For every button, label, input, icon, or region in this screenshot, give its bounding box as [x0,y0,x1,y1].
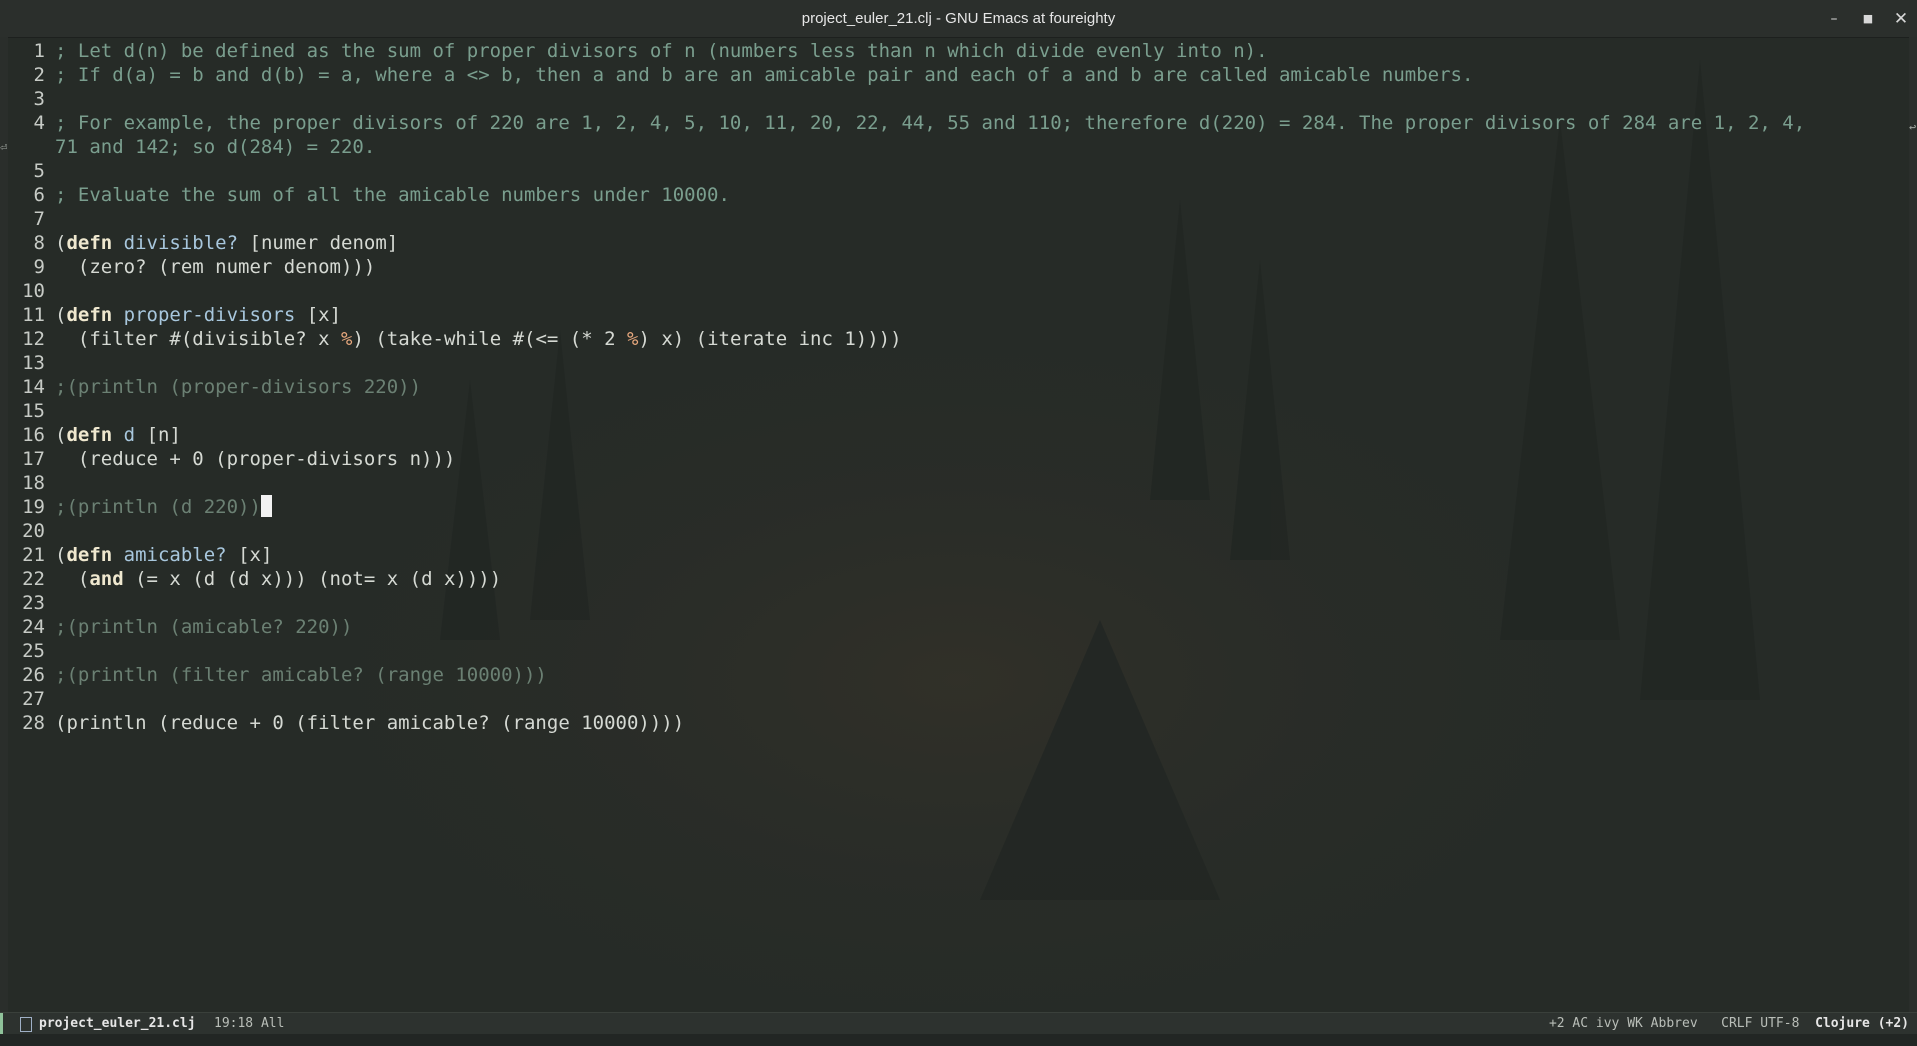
line-number: 11 [22,304,45,326]
file-icon [20,1017,32,1032]
echo-area[interactable] [0,1034,1917,1046]
major-mode[interactable]: Clojure (+2) [1815,1016,1909,1031]
code-text: ; For example, the proper divisors of 22… [55,112,1806,134]
code-line: 3 [8,87,1805,111]
code-line: 24 ;(println (amicable? 220)) [8,615,1805,639]
close-button[interactable]: ✕ [1891,9,1911,29]
code-line: 1 ; Let d(n) be defined as the sum of pro… [8,39,1805,63]
line-number: 27 [22,688,45,710]
code-text: ; If d(a) = b and d(b) = a, where a <> b… [55,64,1474,86]
code-text: ;(println (amicable? 220)) [55,616,353,638]
line-number: 10 [22,280,45,302]
code-text: (and (= x (d (d x))) (not= x (d x)))) [55,568,502,590]
line-number: 26 [22,664,45,686]
line-number: 9 [33,256,45,278]
code-lines: 1 ; Let d(n) be defined as the sum of pro… [8,39,1805,735]
code-line: 27 [8,687,1805,711]
line-number: 17 [22,448,45,470]
line-number: 12 [22,328,45,350]
line-number: 18 [22,472,45,494]
line-number: 1 [33,40,45,62]
code-text: (println (reduce + 0 (filter amicable? (… [55,712,685,734]
title-bar: project_euler_21.clj - GNU Emacs at four… [0,0,1917,38]
line-number: 24 [22,616,45,638]
maximize-button[interactable]: ■ [1858,9,1878,29]
text-cursor [260,495,272,517]
code-line: 7 [8,207,1805,231]
code-text: ;(println (proper-divisors 220)) [55,376,422,398]
line-number: 25 [22,640,45,662]
line-number: 16 [22,424,45,446]
line-number: 13 [22,352,45,374]
minimize-button[interactable]: – [1824,9,1844,29]
editor-buffer[interactable]: ⏎ ↩ 1 ; Let d(n) be defined as the sum of… [0,37,1917,1012]
line-number: 3 [33,88,45,110]
code-line-current: 19 ;(println (d 220)) [8,495,1805,519]
code-text: (defn divisible? [numer denom] [55,232,399,254]
line-number: 2 [33,64,45,86]
code-line: 11 (defn proper-divisors [x] [8,303,1805,327]
code-text: (reduce + 0 (proper-divisors n))) [55,448,456,470]
modeline-accent-bar [0,1013,3,1034]
left-fringe: ⏎ [0,37,8,1012]
code-line: 10 [8,279,1805,303]
code-text: 71 and 142; so d(284) = 220. [55,136,376,158]
code-line: 2 ; If d(a) = b and d(b) = a, where a <> … [8,63,1805,87]
right-fringe: ↩ [1909,37,1917,1012]
line-number: 28 [22,712,45,734]
mode-line: project_euler_21.clj 19:18 All +2 AC ivy… [0,1012,1917,1034]
minor-modes[interactable]: +2 AC ivy WK Abbrev [1549,1016,1698,1031]
code-text: (defn amicable? [x] [55,544,273,566]
line-number: 14 [22,376,45,398]
line-number: 22 [22,568,45,590]
code-line-continuation: 71 and 142; so d(284) = 220. [8,135,1805,159]
line-number: 5 [33,160,45,182]
code-line: 16 (defn d [n] [8,423,1805,447]
code-line: 22 (and (= x (d (d x))) (not= x (d x)))) [8,567,1805,591]
code-text: ; Let d(n) be defined as the sum of prop… [55,40,1268,62]
code-line: 17 (reduce + 0 (proper-divisors n))) [8,447,1805,471]
code-line: 8 (defn divisible? [numer denom] [8,231,1805,255]
code-line: 21 (defn amicable? [x] [8,543,1805,567]
code-line: 4 ; For example, the proper divisors of 2… [8,111,1806,135]
code-text: (defn d [n] [55,424,181,446]
encoding[interactable]: CRLF UTF-8 [1721,1016,1799,1031]
line-number: 23 [22,592,45,614]
code-line: 5 [8,159,1805,183]
code-line: 6 ; Evaluate the sum of all the amicable … [8,183,1805,207]
code-line: 9 (zero? (rem numer denom))) [8,255,1805,279]
line-number: 8 [33,232,45,254]
code-text: (filter #(divisible? x %) (take-while #(… [55,328,902,350]
code-text: ;(println (filter amicable? (range 10000… [55,664,547,686]
code-line: 23 [8,591,1805,615]
line-number: 6 [33,184,45,206]
code-line: 12 (filter #(divisible? x %) (take-while… [8,327,1805,351]
code-line: 25 [8,639,1805,663]
code-text: ;(println (d 220)) [55,496,261,518]
code-line: 15 [8,399,1805,423]
code-line: 20 [8,519,1805,543]
cursor-position: 19:18 All [214,1016,285,1031]
line-number: 4 [33,112,45,134]
line-number: 7 [33,208,45,230]
window-title: project_euler_21.clj - GNU Emacs at four… [801,10,1116,27]
code-line: 26 ;(println (filter amicable? (range 100… [8,663,1805,687]
code-text: (defn proper-divisors [x] [55,304,342,326]
modeline-right: +2 AC ivy WK Abbrev CRLF UTF-8 Clojure (… [1549,1013,1909,1034]
line-number: 20 [22,520,45,542]
wrap-right-icon: ↩ [1909,120,1917,134]
line-number: 19 [22,496,45,518]
code-text: (zero? (rem numer denom))) [55,256,376,278]
line-number: 21 [22,544,45,566]
buffer-name[interactable]: project_euler_21.clj [39,1013,196,1034]
code-line: 28 (println (reduce + 0 (filter amicable?… [8,711,1805,735]
code-line: 14 ;(println (proper-divisors 220)) [8,375,1805,399]
line-number: 15 [22,400,45,422]
code-text: ; Evaluate the sum of all the amicable n… [55,184,730,206]
wrap-left-icon: ⏎ [0,140,8,154]
code-line: 13 [8,351,1805,375]
code-line: 18 [8,471,1805,495]
